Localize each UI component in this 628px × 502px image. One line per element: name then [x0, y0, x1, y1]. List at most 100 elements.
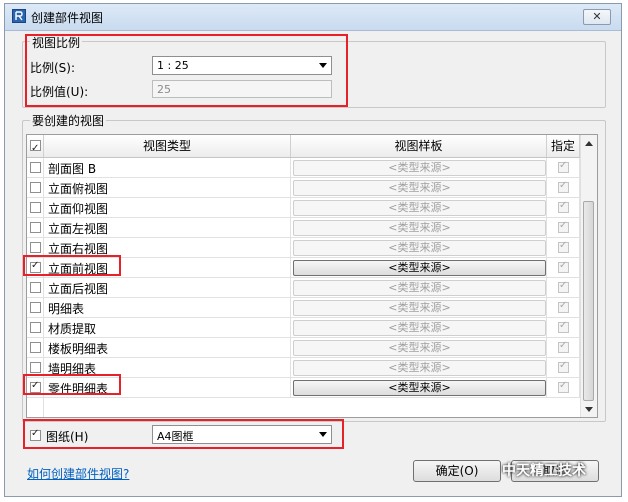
row-specify-cell [547, 298, 580, 318]
row-view-type-label: 立面前视图 [48, 262, 109, 276]
close-button[interactable]: ✕ [583, 9, 611, 25]
row-template-button[interactable]: <类型来源> [293, 340, 546, 356]
scale-label: 比例(S): [30, 61, 76, 75]
row-include-cell [27, 158, 44, 178]
row-view-type-label: 墙明细表 [48, 362, 97, 376]
scale-value-field[interactable]: 25 [152, 80, 332, 98]
vertical-scrollbar[interactable] [580, 135, 597, 417]
row-include-checkbox[interactable] [30, 242, 41, 253]
row-view-type-cell: 立面仰视图 [44, 198, 291, 218]
sheet-checkbox[interactable] [30, 428, 41, 441]
row-specify-cell [547, 258, 580, 278]
row-template-button[interactable]: <类型来源> [293, 380, 546, 396]
row-include-checkbox[interactable] [30, 380, 41, 393]
empty-row-cell [27, 398, 44, 417]
row-template-cell: <类型来源> [291, 238, 547, 258]
revit-app-icon [12, 9, 26, 23]
row-template-cell: <类型来源> [291, 378, 547, 398]
header-view-template: 视图样板 [291, 135, 547, 157]
row-include-cell [27, 378, 44, 398]
row-view-type-label: 立面俯视图 [48, 182, 109, 196]
row-template-button[interactable]: <类型来源> [293, 160, 546, 176]
row-include-cell [27, 298, 44, 318]
row-specify-checkbox [558, 360, 569, 373]
row-specify-cell [547, 318, 580, 338]
scale-select[interactable]: 1 : 25 [152, 56, 332, 75]
row-template-cell: <类型来源> [291, 158, 547, 178]
row-template-button[interactable]: <类型来源> [293, 200, 546, 216]
row-view-type-label: 材质提取 [48, 322, 97, 336]
row-template-button[interactable]: <类型来源> [293, 360, 546, 376]
row-template-cell: <类型来源> [291, 198, 547, 218]
header-select-all-cell [27, 135, 44, 160]
row-view-type-cell: 立面左视图 [44, 218, 291, 238]
row-include-checkbox[interactable] [30, 202, 41, 213]
close-icon: ✕ [592, 10, 602, 23]
help-link[interactable]: 如何创建部件视图? [27, 465, 129, 482]
row-specify-checkbox [558, 280, 569, 293]
title-bar: 创建部件视图 ✕ [5, 4, 621, 31]
row-template-button[interactable]: <类型来源> [293, 180, 546, 196]
row-include-cell [27, 198, 44, 218]
row-template-cell: <类型来源> [291, 278, 547, 298]
row-view-type-label: 楼板明细表 [48, 342, 109, 356]
row-specify-cell [547, 358, 580, 378]
row-specify-cell [547, 238, 580, 258]
row-include-checkbox[interactable] [30, 222, 41, 233]
row-view-type-cell: 墙明细表 [44, 358, 291, 378]
scroll-up-icon[interactable] [585, 141, 593, 146]
row-template-cell: <类型来源> [291, 178, 547, 198]
table-row: 明细表 <类型来源> [27, 298, 580, 318]
row-template-button[interactable]: <类型来源> [293, 280, 546, 296]
row-include-cell [27, 358, 44, 378]
table-row: 剖面图 B <类型来源> [27, 158, 580, 178]
row-include-cell [27, 318, 44, 338]
select-all-checkbox[interactable] [30, 138, 41, 160]
header-view-type: 视图类型 [44, 135, 291, 157]
row-view-type-cell: 立面俯视图 [44, 178, 291, 198]
row-include-checkbox[interactable] [30, 260, 41, 273]
row-include-cell [27, 258, 44, 278]
row-template-button[interactable]: <类型来源> [293, 320, 546, 336]
row-specify-checkbox [558, 340, 569, 353]
row-include-cell [27, 278, 44, 298]
row-include-checkbox[interactable] [30, 282, 41, 293]
row-view-type-cell: 剖面图 B [44, 158, 291, 178]
row-view-type-cell: 立面前视图 [44, 258, 291, 278]
row-include-checkbox[interactable] [30, 162, 41, 173]
table-row: 楼板明细表 <类型来源> [27, 338, 580, 358]
window-title: 创建部件视图 [31, 11, 104, 25]
row-include-checkbox[interactable] [30, 182, 41, 193]
table-row: 墙明细表 <类型来源> [27, 358, 580, 378]
titleblock-select-value: A4图框 [157, 430, 194, 443]
row-include-checkbox[interactable] [30, 302, 41, 313]
table-row: 立面后视图 <类型来源> [27, 278, 580, 298]
row-template-cell: <类型来源> [291, 358, 547, 378]
row-specify-checkbox [558, 200, 569, 213]
row-include-checkbox[interactable] [30, 322, 41, 333]
row-template-cell: <类型来源> [291, 298, 547, 318]
row-include-cell [27, 238, 44, 258]
row-specify-checkbox [558, 160, 569, 173]
scroll-down-icon[interactable] [585, 407, 593, 412]
row-include-checkbox[interactable] [30, 342, 41, 353]
chevron-down-icon [319, 63, 327, 68]
row-template-button[interactable]: <类型来源> [293, 220, 546, 236]
grid-header: 视图类型 视图样板 指定 [27, 135, 597, 160]
row-view-type-cell: 楼板明细表 [44, 338, 291, 358]
titleblock-select[interactable]: A4图框 [152, 425, 332, 444]
row-view-type-cell: 立面后视图 [44, 278, 291, 298]
header-specify: 指定 [547, 135, 580, 157]
row-template-button[interactable]: <类型来源> [293, 240, 546, 256]
row-template-cell: <类型来源> [291, 338, 547, 358]
row-view-type-cell: 零件明细表 [44, 378, 291, 398]
table-row: 立面仰视图 <类型来源> [27, 198, 580, 218]
row-specify-checkbox [558, 240, 569, 253]
scale-value-text: 25 [157, 83, 171, 96]
row-template-button[interactable]: <类型来源> [293, 300, 546, 316]
row-template-button[interactable]: <类型来源> [293, 260, 546, 276]
row-include-checkbox[interactable] [30, 362, 41, 373]
scrollbar-thumb[interactable] [583, 201, 594, 401]
sheet-label: 图纸(H) [46, 430, 89, 444]
ok-button[interactable]: 确定(O) [413, 460, 501, 482]
